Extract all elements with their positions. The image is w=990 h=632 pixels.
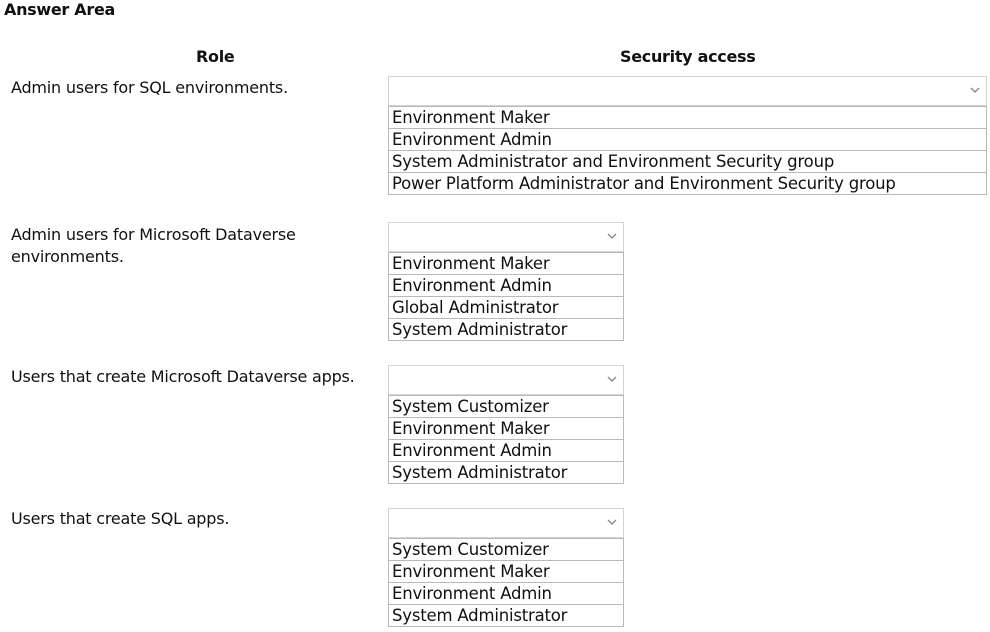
dropdown-option[interactable]: Environment Maker [389,560,623,582]
answer-area-title: Answer Area [4,0,116,19]
dropdown-option[interactable]: System Administrator and Environment Sec… [389,150,986,172]
dropdown-options: System Customizer Environment Maker Envi… [388,538,624,627]
dropdown-option[interactable]: Environment Admin [389,582,623,604]
security-access-column-header: Security access [620,47,756,66]
role-label-sql-admin: Admin users for SQL environments. [11,78,288,97]
dropdown-options: Environment Maker Environment Admin Glob… [388,252,624,341]
dropdown-option[interactable]: Environment Maker [389,106,986,128]
role-label-dataverse-app-creators: Users that create Microsoft Dataverse ap… [11,367,355,386]
dropdown-select[interactable] [388,76,987,106]
dropdown-option[interactable]: Environment Admin [389,274,623,296]
dropdown-option[interactable]: Global Administrator [389,296,623,318]
dropdown-options: System Customizer Environment Maker Envi… [388,395,624,484]
dropdown-option[interactable]: System Administrator [389,461,623,483]
chevron-down-icon [607,233,617,239]
chevron-down-icon [607,519,617,525]
dropdown-option[interactable]: Power Platform Administrator and Environ… [389,172,986,194]
dropdown-option[interactable]: System Customizer [389,395,623,417]
dropdown-option[interactable]: Environment Admin [389,128,986,150]
dropdown-option[interactable]: Environment Maker [389,417,623,439]
dropdown-select[interactable] [388,365,624,395]
chevron-down-icon [970,87,980,93]
dropdown-select[interactable] [388,222,624,252]
dropdown-options: Environment Maker Environment Admin Syst… [388,106,987,195]
security-access-dropdown-sql-app-creators[interactable]: System Customizer Environment Maker Envi… [388,508,624,627]
dropdown-option[interactable]: System Administrator [389,604,623,626]
chevron-down-icon [607,376,617,382]
security-access-dropdown-dataverse-app-creators[interactable]: System Customizer Environment Maker Envi… [388,365,624,484]
security-access-dropdown-dataverse-admin[interactable]: Environment Maker Environment Admin Glob… [388,222,624,341]
dropdown-option[interactable]: Environment Admin [389,439,623,461]
security-access-dropdown-sql-admin[interactable]: Environment Maker Environment Admin Syst… [388,76,987,195]
dropdown-option[interactable]: Environment Maker [389,252,623,274]
role-label-sql-app-creators: Users that create SQL apps. [11,509,230,528]
role-column-header: Role [196,47,235,66]
dropdown-option[interactable]: System Customizer [389,538,623,560]
role-label-dataverse-admin: Admin users for Microsoft Dataverse envi… [11,225,296,266]
dropdown-option[interactable]: System Administrator [389,318,623,340]
dropdown-select[interactable] [388,508,624,538]
